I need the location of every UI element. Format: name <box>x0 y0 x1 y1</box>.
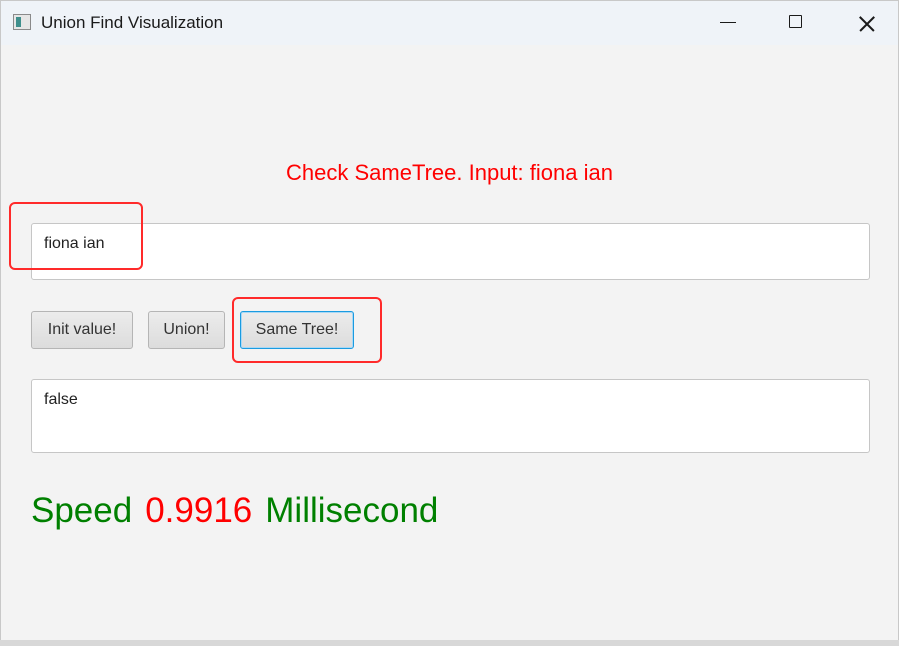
minimize-icon[interactable] <box>705 1 751 45</box>
init-value-button[interactable]: Init value! <box>31 311 133 349</box>
status-label: Check SameTree. Input: fiona ian <box>286 160 613 185</box>
window-title: Union Find Visualization <box>41 13 224 32</box>
speed-unit: Millisecond <box>265 491 439 530</box>
speed-readout: Speed 0.9916 Millisecond <box>31 489 451 533</box>
close-icon[interactable] <box>843 1 889 45</box>
speed-label: Speed <box>31 491 133 530</box>
input-field[interactable]: fiona ian <box>31 223 870 280</box>
same-tree-button[interactable]: Same Tree! <box>240 311 354 349</box>
maximize-icon[interactable] <box>773 1 819 45</box>
union-button[interactable]: Union! <box>148 311 225 349</box>
title-bar[interactable]: Union Find Visualization <box>1 1 898 45</box>
background-strip <box>0 640 899 646</box>
app-icon <box>13 14 31 30</box>
output-textarea[interactable]: false <box>31 379 870 453</box>
app-window: Union Find Visualization Check SameTree.… <box>0 0 899 646</box>
speed-value: 0.9916 <box>145 491 253 530</box>
